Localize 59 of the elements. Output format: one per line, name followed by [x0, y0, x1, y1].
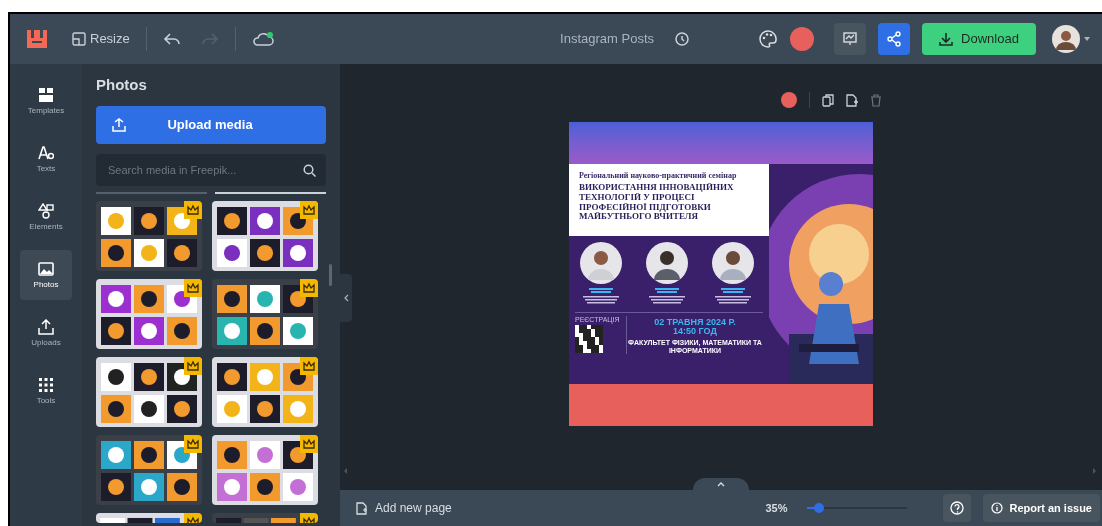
zoom-value: 35% — [765, 500, 788, 516]
cloud-saved-icon — [251, 31, 274, 47]
help-icon — [950, 501, 965, 515]
logo-icon — [26, 29, 48, 49]
page-color-swatch[interactable] — [790, 27, 814, 51]
upload-icon — [38, 319, 54, 335]
panel-title: Photos — [96, 75, 148, 95]
resize-button[interactable]: Resize — [72, 29, 130, 49]
add-page-icon[interactable] — [845, 93, 858, 107]
sidebar-tab[interactable]: Elements — [20, 192, 72, 242]
caret-icon[interactable] — [1084, 37, 1090, 41]
download-button[interactable]: Download — [922, 23, 1036, 55]
qr-code-icon — [575, 325, 603, 353]
scrollbar-thumb[interactable] — [329, 264, 332, 286]
sidebar-tab[interactable]: Photos — [20, 250, 72, 300]
slider-thumb[interactable] — [814, 503, 825, 513]
blurred-text-drawing — [713, 288, 753, 306]
avatar-icon[interactable] — [1052, 25, 1080, 53]
blurred-text-drawing — [647, 288, 687, 306]
sidebar-tab[interactable]: Texts — [20, 134, 72, 184]
sidebar-tab[interactable]: Tools — [20, 366, 72, 416]
blurred-text-drawing — [581, 288, 621, 306]
sidebar-tab[interactable]: Uploads — [20, 308, 72, 358]
palette-icon[interactable] — [758, 29, 778, 49]
collapse-handle[interactable] — [340, 274, 352, 322]
poster-headline: ВИКОРИСТАННЯ ІННОВАЦІЙНИХ ТЕХНОЛОГІЙ У ПРОЦЕСІ ПРОФЕСІЙНОЇ ПІДГОТОВКИ МАЙБУТНЬОГО ВЧИТЕЛЯ — [579, 182, 735, 223]
add-page-button[interactable]: Add new page — [356, 499, 452, 517]
help-button[interactable] — [943, 494, 972, 522]
search-field[interactable]: Search media in Freepik... — [96, 153, 326, 186]
document-title[interactable]: Instagram Posts — [560, 29, 654, 49]
present-button[interactable] — [834, 23, 866, 55]
poster-date: 02 ТРАВНЯ 2024 Р. — [654, 318, 736, 327]
report-issue-button[interactable]: Report an issue — [983, 494, 1100, 522]
grid-icon — [38, 87, 54, 103]
sidebar-tab[interactable]: Templates — [20, 76, 72, 126]
upload-icon — [112, 117, 126, 132]
duplicate-icon[interactable] — [821, 93, 834, 107]
share-button[interactable] — [878, 23, 910, 55]
upload-media-button[interactable]: Upload media — [96, 105, 326, 144]
share-icon — [886, 31, 902, 47]
poster-time: 14:50 ГОД — [673, 327, 717, 336]
poster-subtitle: Регіональний науково-практичний семінар — [579, 172, 738, 181]
add-page-icon — [356, 501, 367, 515]
apps-icon — [38, 377, 54, 393]
chevron-left-icon — [343, 294, 349, 302]
info-icon — [991, 502, 1004, 514]
chevron-up-icon — [717, 481, 725, 487]
search-icon[interactable] — [303, 163, 316, 177]
resize-icon — [72, 32, 86, 46]
undo-icon[interactable] — [162, 31, 181, 47]
text-icon — [38, 145, 54, 161]
shapes-icon — [38, 203, 54, 219]
page-color-swatch[interactable] — [780, 92, 797, 108]
history-icon[interactable] — [674, 31, 690, 47]
image-icon — [38, 261, 54, 277]
expand-pages-button[interactable] — [693, 478, 749, 490]
presentation-icon — [842, 31, 858, 47]
trash-icon[interactable] — [869, 93, 882, 107]
download-icon — [939, 32, 954, 46]
